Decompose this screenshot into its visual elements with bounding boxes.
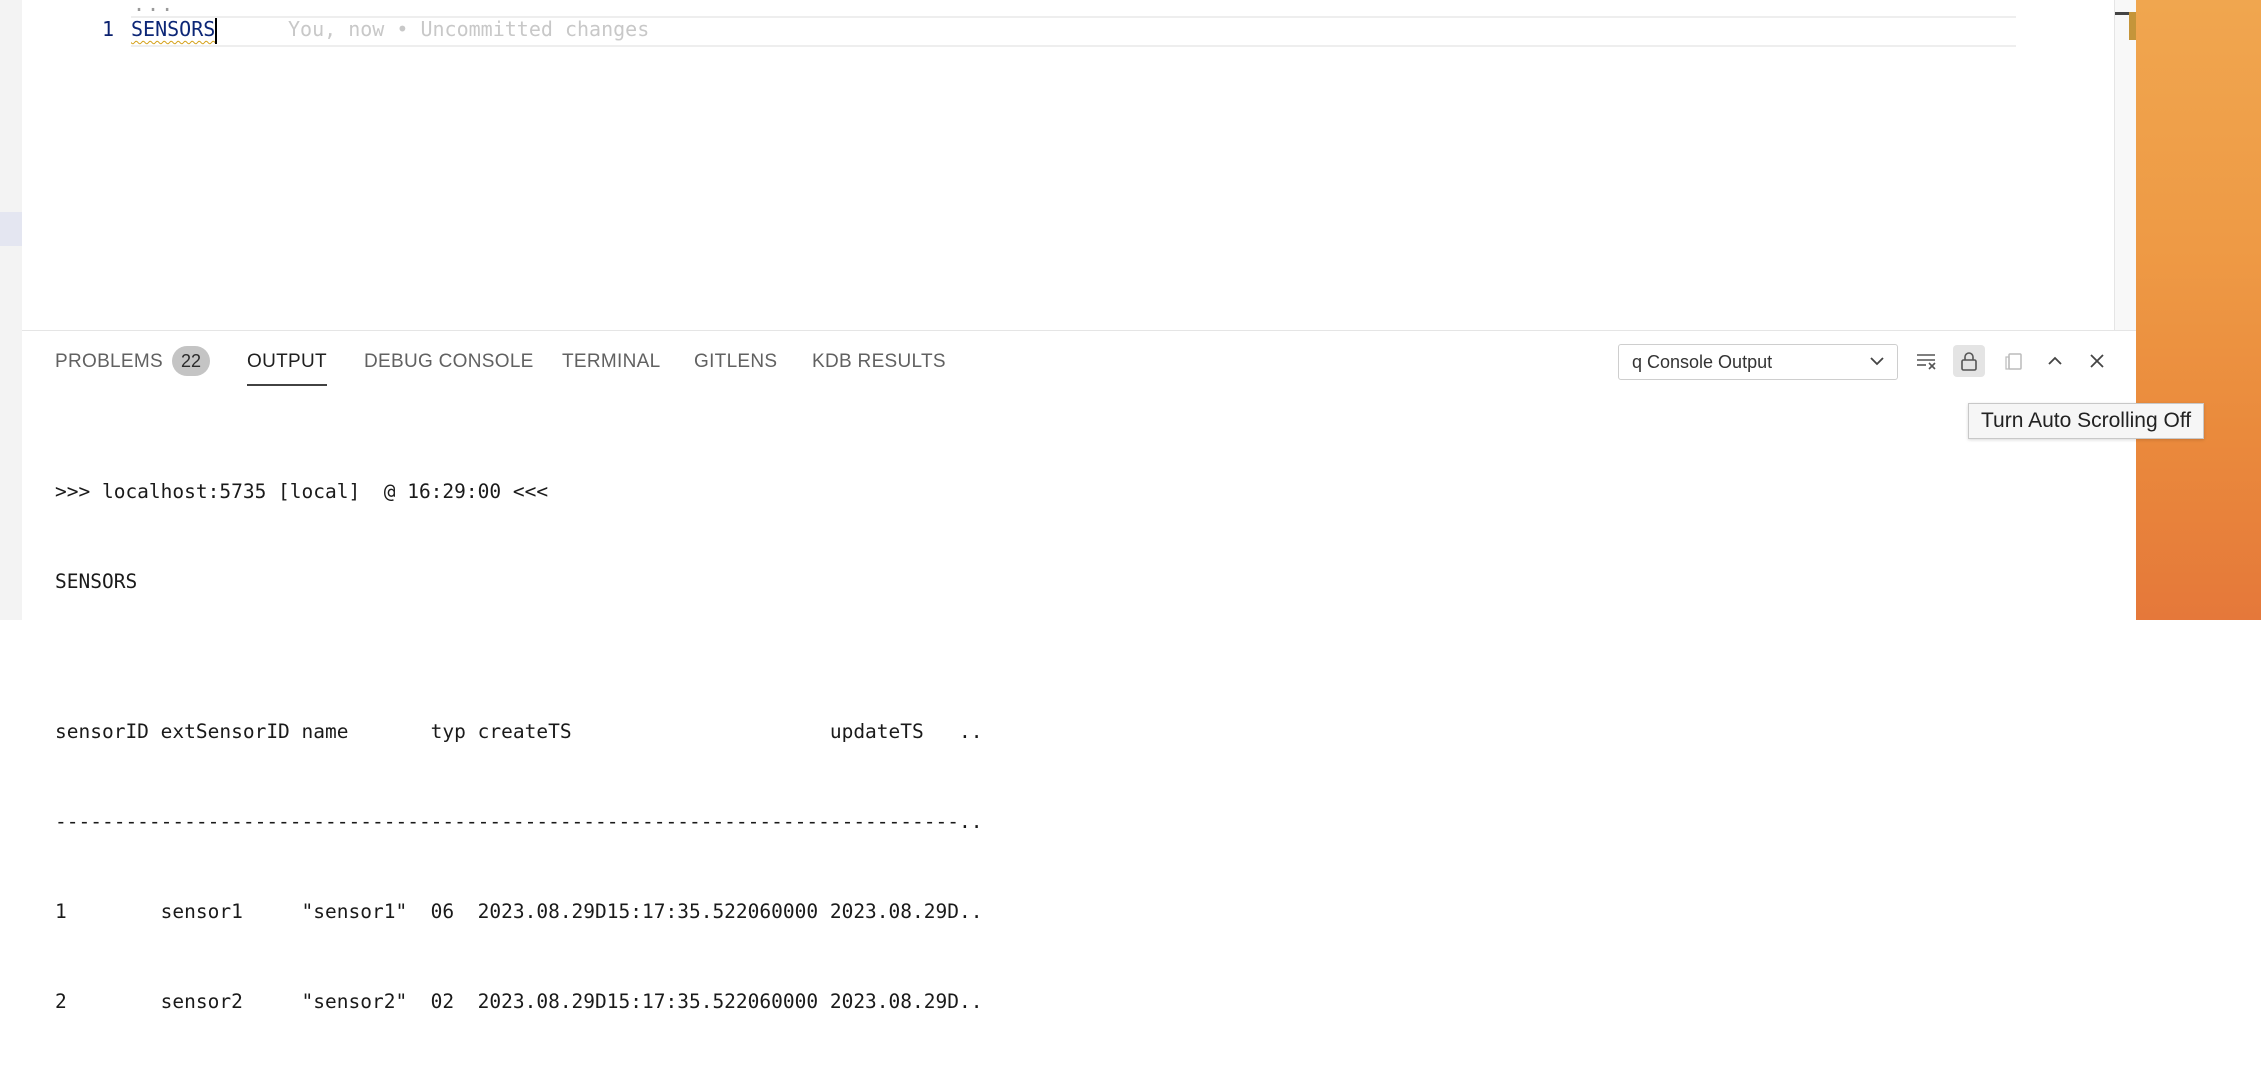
fold-marker[interactable]: ... xyxy=(133,0,175,16)
output-channel-value: q Console Output xyxy=(1632,352,1773,372)
line-number: 1 xyxy=(101,17,114,41)
output-line: sensorID extSensorID name typ createTS u… xyxy=(55,720,983,743)
copy-icon xyxy=(2005,353,2022,370)
output-line: 2 sensor2 "sensor2" 02 2023.08.29D15:17:… xyxy=(55,990,983,1013)
problems-count-badge: 22 xyxy=(172,346,210,376)
output-line: SENSORS xyxy=(55,570,138,593)
close-panel-button[interactable] xyxy=(2081,345,2113,377)
tab-terminal[interactable]: TERMINAL xyxy=(562,351,660,373)
tab-output[interactable]: OUTPUT xyxy=(247,351,327,386)
tab-kdb-results[interactable]: KDB RESULTS xyxy=(812,351,946,373)
output-line: 1 sensor1 "sensor1" 06 2023.08.29D15:17:… xyxy=(55,900,983,923)
git-blame-annotation: You, now • Uncommitted changes xyxy=(288,17,650,41)
maximize-panel-button[interactable] xyxy=(2039,345,2071,377)
tab-gitlens[interactable]: GITLENS xyxy=(694,351,777,373)
clear-output-icon xyxy=(1917,354,1936,370)
clear-output-button[interactable] xyxy=(1910,345,1942,377)
tab-problems[interactable]: PROBLEMS xyxy=(55,351,163,373)
activity-bar-edge xyxy=(0,0,22,620)
bottom-panel: PROBLEMS 22 OUTPUT DEBUG CONSOLE TERMINA… xyxy=(22,330,2136,1013)
copy-output-button[interactable] xyxy=(1998,345,2030,377)
output-line: ----------------------------------------… xyxy=(55,810,983,833)
chevron-down-icon xyxy=(1870,357,1884,366)
auto-scroll-tooltip: Turn Auto Scrolling Off xyxy=(1968,403,2205,439)
activity-bar-selected-item[interactable] xyxy=(0,212,22,246)
tab-debug-console[interactable]: DEBUG CONSOLE xyxy=(364,351,534,373)
code-text[interactable]: SENSORS xyxy=(131,17,215,41)
text-cursor xyxy=(215,18,217,44)
output-channel-select[interactable]: q Console Output xyxy=(1618,344,1898,380)
desktop-wallpaper xyxy=(2136,0,2261,620)
lock-icon xyxy=(1961,352,1977,371)
auto-scroll-lock-button[interactable] xyxy=(1953,345,1985,377)
close-icon xyxy=(2090,354,2104,368)
panel-tab-bar: PROBLEMS 22 OUTPUT DEBUG CONSOLE TERMINA… xyxy=(22,331,1322,389)
code-editor[interactable]: ... 1 SENSORS You, now • Uncommitted cha… xyxy=(22,0,2115,330)
output-line: >>> localhost:5735 [local] @ 16:29:00 <<… xyxy=(55,480,549,503)
output-text[interactable]: >>> localhost:5735 [local] @ 16:29:00 <<… xyxy=(55,417,982,1077)
chevron-up-icon xyxy=(2048,356,2062,365)
